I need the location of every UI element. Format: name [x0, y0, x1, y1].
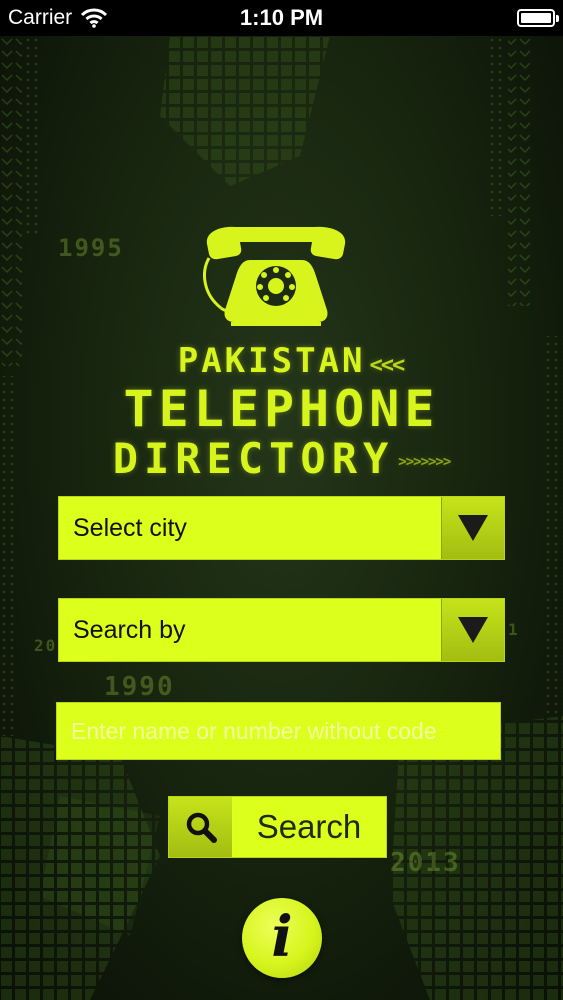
title-directory: DIRECTORY [112, 434, 395, 483]
title-line-directory: DIRECTORY >>>>>>> [0, 438, 563, 480]
app-title: PAKISTAN <<< TELEPHONE DIRECTORY >>>>>>> [0, 344, 563, 480]
info-icon: i [271, 904, 293, 970]
search-input[interactable] [56, 702, 501, 760]
battery-fill [521, 13, 551, 23]
triangle-down-icon [458, 515, 488, 541]
status-left: Carrier [8, 6, 108, 30]
title-chevrons-right: >>>>>>> [398, 453, 451, 470]
info-button[interactable]: i [242, 898, 322, 978]
battery-icon [517, 9, 559, 27]
title-pakistan: PAKISTAN [177, 341, 366, 381]
title-line-pakistan: PAKISTAN <<< [18, 344, 563, 378]
triangle-down-icon [458, 617, 488, 643]
rotary-telephone-icon [203, 226, 346, 326]
bg-year-partial-right: 1 [508, 620, 520, 639]
search-by-arrow-button[interactable] [441, 599, 504, 661]
search-by-dropdown[interactable]: Search by [58, 598, 505, 662]
bg-year-1990: 1990 [104, 672, 175, 702]
status-bar: Carrier 1:10 PM [0, 0, 563, 36]
select-city-arrow-button[interactable] [441, 497, 504, 559]
search-button-label: Search [256, 808, 362, 845]
bg-year-partial-left: 20 [34, 636, 58, 655]
wifi-icon [81, 8, 108, 28]
title-chevrons-left: <<< [369, 353, 406, 378]
magnifier-icon [186, 812, 217, 843]
search-button[interactable]: Search [168, 796, 387, 858]
app-screen: 1995 1990 2013 20 1 PAKISTAN <<< TELEPHON… [0, 36, 563, 1000]
select-city-label: Select city [73, 513, 187, 542]
select-city-dropdown[interactable]: Select city [58, 496, 505, 560]
search-icon-box [169, 797, 232, 857]
bg-year-2013: 2013 [390, 848, 461, 878]
title-telephone: TELEPHONE [123, 380, 440, 438]
carrier-label: Carrier [8, 6, 73, 29]
search-by-label: Search by [73, 615, 186, 644]
bg-year-1995: 1995 [58, 234, 124, 262]
